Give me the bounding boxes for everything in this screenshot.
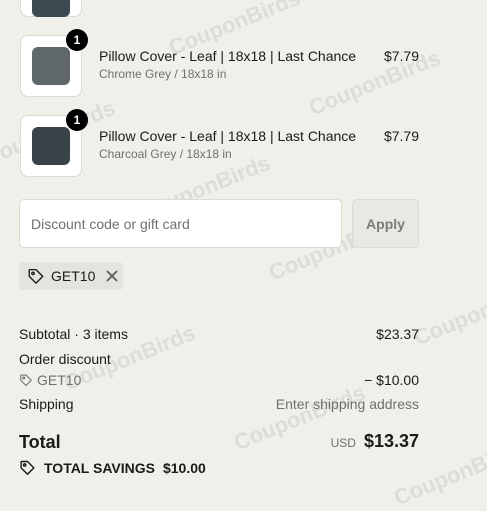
item-title: Pillow Cover - Leaf | 18x18 | Last Chanc… (99, 128, 357, 144)
quantity-badge: 1 (66, 109, 88, 131)
pillow-image (32, 47, 70, 85)
tag-icon (19, 459, 36, 476)
item-variant: Chrome Grey / 18x18 in (99, 67, 227, 81)
item-price: $7.79 (383, 128, 419, 144)
subtotal-label: Subtotal · 3 items (19, 326, 128, 342)
shipping-label: Shipping (19, 396, 74, 412)
currency-code: USD (330, 436, 356, 450)
applied-discount-chip: GET10 (19, 262, 123, 290)
total-label: Total (19, 432, 61, 452)
watermark: CouponBirds (410, 274, 487, 351)
discount-code-label: GET10 (37, 372, 82, 388)
discount-value: − $10.00 (364, 372, 419, 388)
total-savings: TOTAL SAVINGS $10.00 (19, 459, 206, 476)
savings-label: TOTAL SAVINGS (44, 459, 155, 476)
subtotal-value: $23.37 (376, 326, 419, 342)
tag-icon (27, 267, 45, 285)
item-title: Pillow Cover - Leaf | 18x18 | Last Chanc… (99, 48, 357, 64)
item-variant: Charcoal Grey / 18x18 in (99, 147, 232, 161)
tag-icon (19, 373, 33, 387)
product-thumbnail: 1 (20, 29, 88, 97)
pillow-image (32, 0, 70, 17)
quantity-badge: 1 (66, 29, 88, 51)
remove-discount-icon[interactable] (105, 269, 119, 283)
product-thumbnail: 1 (20, 109, 88, 177)
apply-button[interactable]: Apply (352, 199, 419, 248)
item-price: $7.79 (383, 48, 419, 64)
discount-code-row: GET10 (19, 372, 81, 388)
total-value: USD $13.37 (331, 431, 419, 452)
total-amount: $13.37 (363, 431, 419, 451)
pillow-image (32, 127, 70, 165)
order-discount-label: Order discount (19, 351, 111, 367)
applied-code-label: GET10 (51, 268, 96, 284)
savings-value: $10.00 (162, 459, 206, 476)
discount-code-input[interactable] (19, 199, 342, 248)
product-thumbnail-partial (20, 0, 82, 17)
shipping-value: Enter shipping address (275, 396, 419, 412)
